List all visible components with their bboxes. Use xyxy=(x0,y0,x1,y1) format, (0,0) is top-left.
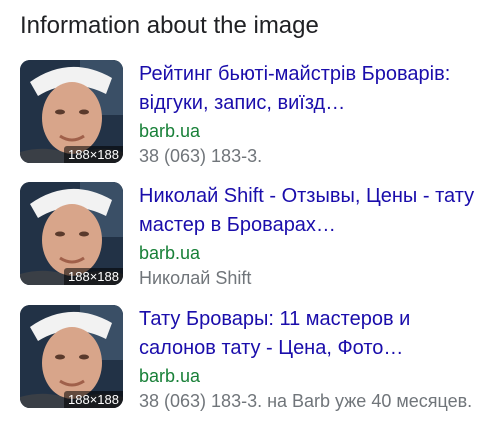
result-item[interactable]: 188×188 Николай Shift - Отзывы, Цены - т… xyxy=(20,182,490,292)
result-item[interactable]: 188×188 Рейтинг бьюті-майстрів Броварів:… xyxy=(20,60,490,170)
result-thumbnail[interactable]: 188×188 xyxy=(20,305,123,408)
result-title-link[interactable]: Николай Shift - Отзывы, Цены - тату маст… xyxy=(139,182,484,240)
result-thumbnail[interactable]: 188×188 xyxy=(20,182,123,285)
result-snippet: Николай Shift xyxy=(139,268,252,288)
result-title-link[interactable]: Рейтинг бьюті-майстрів Броварів: відгуки… xyxy=(139,60,484,118)
result-item[interactable]: 188×188 Тату Бровары: 11 мастеров и сало… xyxy=(20,305,490,415)
result-domain: barb.ua xyxy=(139,366,201,386)
image-size-badge: 188×188 xyxy=(64,146,123,163)
result-domain: barb.ua xyxy=(139,121,201,141)
result-domain: barb.ua xyxy=(139,243,201,263)
section-title: Information about the image xyxy=(20,12,319,39)
image-size-badge: 188×188 xyxy=(64,391,123,408)
image-size-badge: 188×188 xyxy=(64,268,123,285)
result-title-link[interactable]: Тату Бровары: 11 мастеров и салонов тату… xyxy=(139,305,484,363)
result-thumbnail[interactable]: 188×188 xyxy=(20,60,123,163)
result-snippet: 38 (063) 183-3. на Barb уже 40 месяцев. xyxy=(139,391,473,411)
result-snippet: 38 (063) 183-3. xyxy=(139,146,263,166)
